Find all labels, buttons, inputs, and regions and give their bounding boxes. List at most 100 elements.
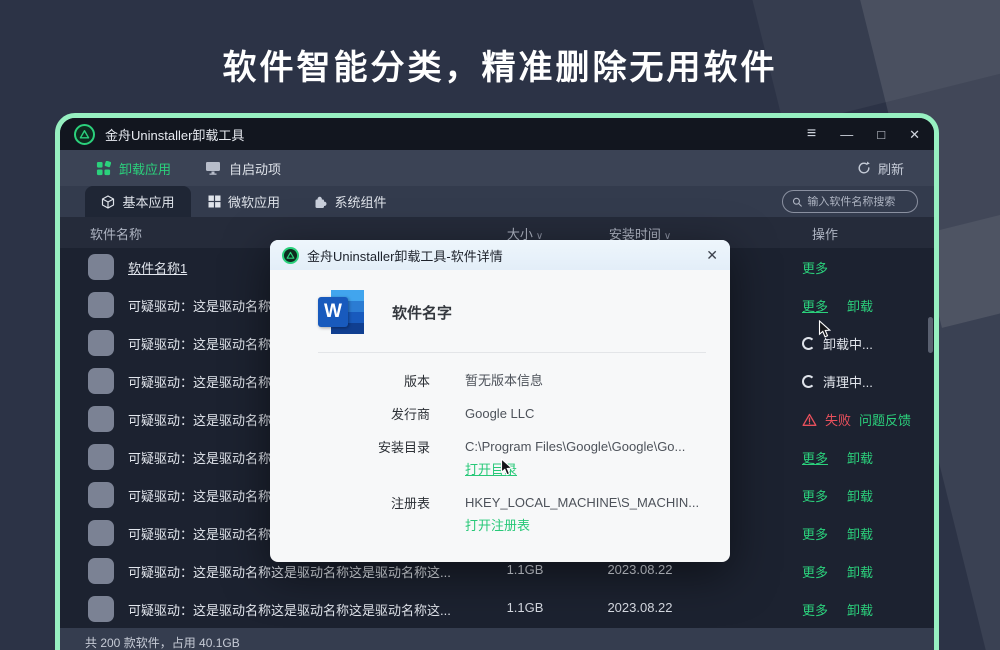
tab-label: 微软应用 bbox=[228, 192, 280, 211]
app-name[interactable]: 软件名称1 bbox=[128, 258, 187, 277]
minimize-button[interactable]: — bbox=[840, 128, 853, 141]
modal-logo-icon bbox=[282, 247, 299, 264]
nav-item-label: 自启动项 bbox=[229, 159, 281, 178]
windows-grid-icon bbox=[208, 195, 221, 208]
more-link[interactable]: 更多 bbox=[802, 296, 828, 315]
modal-app-block: W 软件名字 bbox=[318, 290, 730, 334]
software-details-modal: 金舟Uninstaller卸载工具-软件详情 ✕ W 软件名字 版本 暂无版本信… bbox=[270, 240, 730, 562]
window-title: 金舟Uninstaller卸载工具 bbox=[105, 125, 244, 144]
nav-item-uninstall-apps[interactable]: 卸载应用 bbox=[96, 159, 171, 178]
status-bar: 共 200 款软件，占用 40.1GB bbox=[60, 628, 934, 650]
modal-field-row: 注册表 HKEY_LOCAL_MACHINE\S_MACHIN... 打开注册表 bbox=[318, 493, 730, 535]
app-size: 1.1GB bbox=[480, 562, 570, 577]
row-actions: 更多 bbox=[802, 258, 828, 277]
uninstall-link[interactable]: 卸载 bbox=[847, 600, 873, 619]
more-link[interactable]: 更多 bbox=[802, 486, 828, 505]
mouse-cursor bbox=[500, 458, 515, 477]
field-label: 安装目录 bbox=[318, 437, 430, 479]
page: 软件智能分类，精准删除无用软件 金舟Uninstaller卸载工具 ≡ — □ … bbox=[0, 0, 1000, 650]
nav-item-label: 卸载应用 bbox=[119, 159, 171, 178]
maximize-button[interactable]: □ bbox=[877, 128, 885, 141]
modal-app-name: 软件名字 bbox=[392, 302, 452, 323]
modal-title: 金舟Uninstaller卸载工具-软件详情 bbox=[307, 246, 503, 265]
search-input[interactable] bbox=[807, 196, 908, 208]
cube-icon bbox=[101, 195, 115, 209]
search-icon bbox=[792, 196, 802, 208]
app-icon-placeholder bbox=[88, 444, 114, 470]
search-box[interactable] bbox=[782, 190, 918, 213]
refresh-button[interactable]: 刷新 bbox=[857, 159, 904, 178]
app-icon-placeholder bbox=[88, 254, 114, 280]
status-text: 清理中... bbox=[823, 372, 873, 391]
spinner-icon bbox=[802, 375, 815, 388]
uninstall-link[interactable]: 卸载 bbox=[847, 486, 873, 505]
row-actions: 卸载中... bbox=[802, 334, 873, 353]
row-actions: 清理中... bbox=[802, 372, 873, 391]
app-install-date: 2023.08.22 bbox=[590, 562, 690, 577]
tab-microsoft-apps[interactable]: 微软应用 bbox=[191, 186, 297, 217]
app-icon-placeholder bbox=[88, 292, 114, 318]
field-value: C:\Program Files\Google\Google\Go... bbox=[465, 439, 685, 454]
row-actions: 更多卸载 bbox=[802, 524, 873, 543]
tab-system-components[interactable]: 系统组件 bbox=[297, 186, 403, 217]
more-link[interactable]: 更多 bbox=[802, 448, 828, 467]
field-label: 注册表 bbox=[318, 493, 430, 535]
modal-divider bbox=[318, 352, 706, 353]
more-link[interactable]: 更多 bbox=[802, 524, 828, 543]
row-actions: 失败问题反馈 bbox=[802, 410, 911, 429]
field-value: 暂无版本信息 bbox=[465, 373, 543, 388]
nav-bar: 卸载应用 自启动项 刷新 bbox=[60, 150, 934, 186]
field-value: HKEY_LOCAL_MACHINE\S_MACHIN... bbox=[465, 495, 699, 510]
nav-item-startup-items[interactable]: 自启动项 bbox=[205, 159, 281, 178]
app-icon-placeholder bbox=[88, 596, 114, 622]
uninstall-link[interactable]: 卸载 bbox=[847, 562, 873, 581]
app-name[interactable]: 可疑驱动：这是驱动名称这是驱动名称这是驱动名称这... bbox=[128, 562, 451, 581]
uninstall-link[interactable]: 卸载 bbox=[847, 448, 873, 467]
modal-field-row: 版本 暂无版本信息 bbox=[318, 371, 730, 390]
uninstall-apps-icon bbox=[96, 161, 111, 176]
tab-label: 基本应用 bbox=[122, 192, 174, 211]
app-icon-placeholder bbox=[88, 368, 114, 394]
app-install-date: 2023.08.22 bbox=[590, 600, 690, 615]
modal-field-row: 安装目录 C:\Program Files\Google\Google\Go..… bbox=[318, 437, 730, 479]
monitor-icon bbox=[205, 161, 221, 175]
app-icon-placeholder bbox=[88, 330, 114, 356]
tab-bar: 基本应用 微软应用 系统组件 bbox=[60, 186, 934, 217]
column-header-action: 操作 bbox=[795, 224, 855, 243]
tab-label: 系统组件 bbox=[334, 192, 386, 211]
scrollbar-thumb[interactable] bbox=[928, 317, 933, 353]
more-link[interactable]: 更多 bbox=[802, 562, 828, 581]
tab-basic-apps[interactable]: 基本应用 bbox=[85, 186, 191, 217]
field-value: Google LLC bbox=[465, 406, 534, 421]
uninstall-link[interactable]: 卸载 bbox=[847, 296, 873, 315]
refresh-icon bbox=[857, 161, 871, 175]
row-actions: 更多卸载 bbox=[802, 448, 873, 467]
column-header-name: 软件名称 bbox=[90, 224, 142, 243]
field-link[interactable]: 打开注册表 bbox=[465, 515, 530, 534]
app-name[interactable]: 可疑驱动：这是驱动名称这是驱动名称这是驱动名称这... bbox=[128, 600, 451, 619]
more-link[interactable]: 更多 bbox=[802, 258, 828, 277]
modal-header: 金舟Uninstaller卸载工具-软件详情 ✕ bbox=[270, 240, 730, 270]
table-row: 可疑驱动：这是驱动名称这是驱动名称这是驱动名称这... 1.1GB 2023.0… bbox=[60, 590, 934, 628]
status-text: 共 200 款软件，占用 40.1GB bbox=[85, 636, 240, 650]
word-app-icon: W bbox=[318, 290, 364, 334]
more-link[interactable]: 更多 bbox=[802, 600, 828, 619]
field-label: 版本 bbox=[318, 371, 430, 390]
feedback-link[interactable]: 问题反馈 bbox=[859, 410, 911, 429]
row-actions: 更多卸载 bbox=[802, 600, 873, 619]
modal-close-button[interactable]: ✕ bbox=[706, 247, 718, 264]
app-icon-placeholder bbox=[88, 558, 114, 584]
menu-button[interactable]: ≡ bbox=[807, 126, 816, 142]
app-logo-icon bbox=[74, 124, 95, 145]
close-button[interactable]: ✕ bbox=[909, 128, 920, 141]
title-bar: 金舟Uninstaller卸载工具 ≡ — □ ✕ bbox=[60, 118, 934, 150]
refresh-label: 刷新 bbox=[878, 159, 904, 178]
modal-fields: 版本 暂无版本信息 发行商 Google LLC 安装目录 C:\Program… bbox=[318, 371, 730, 535]
app-icon-placeholder bbox=[88, 482, 114, 508]
row-actions: 更多卸载 bbox=[802, 296, 873, 315]
uninstall-link[interactable]: 卸载 bbox=[847, 524, 873, 543]
field-label: 发行商 bbox=[318, 404, 430, 423]
app-icon-placeholder bbox=[88, 406, 114, 432]
row-actions: 更多卸载 bbox=[802, 562, 873, 581]
failed-text: 失败 bbox=[825, 410, 851, 429]
